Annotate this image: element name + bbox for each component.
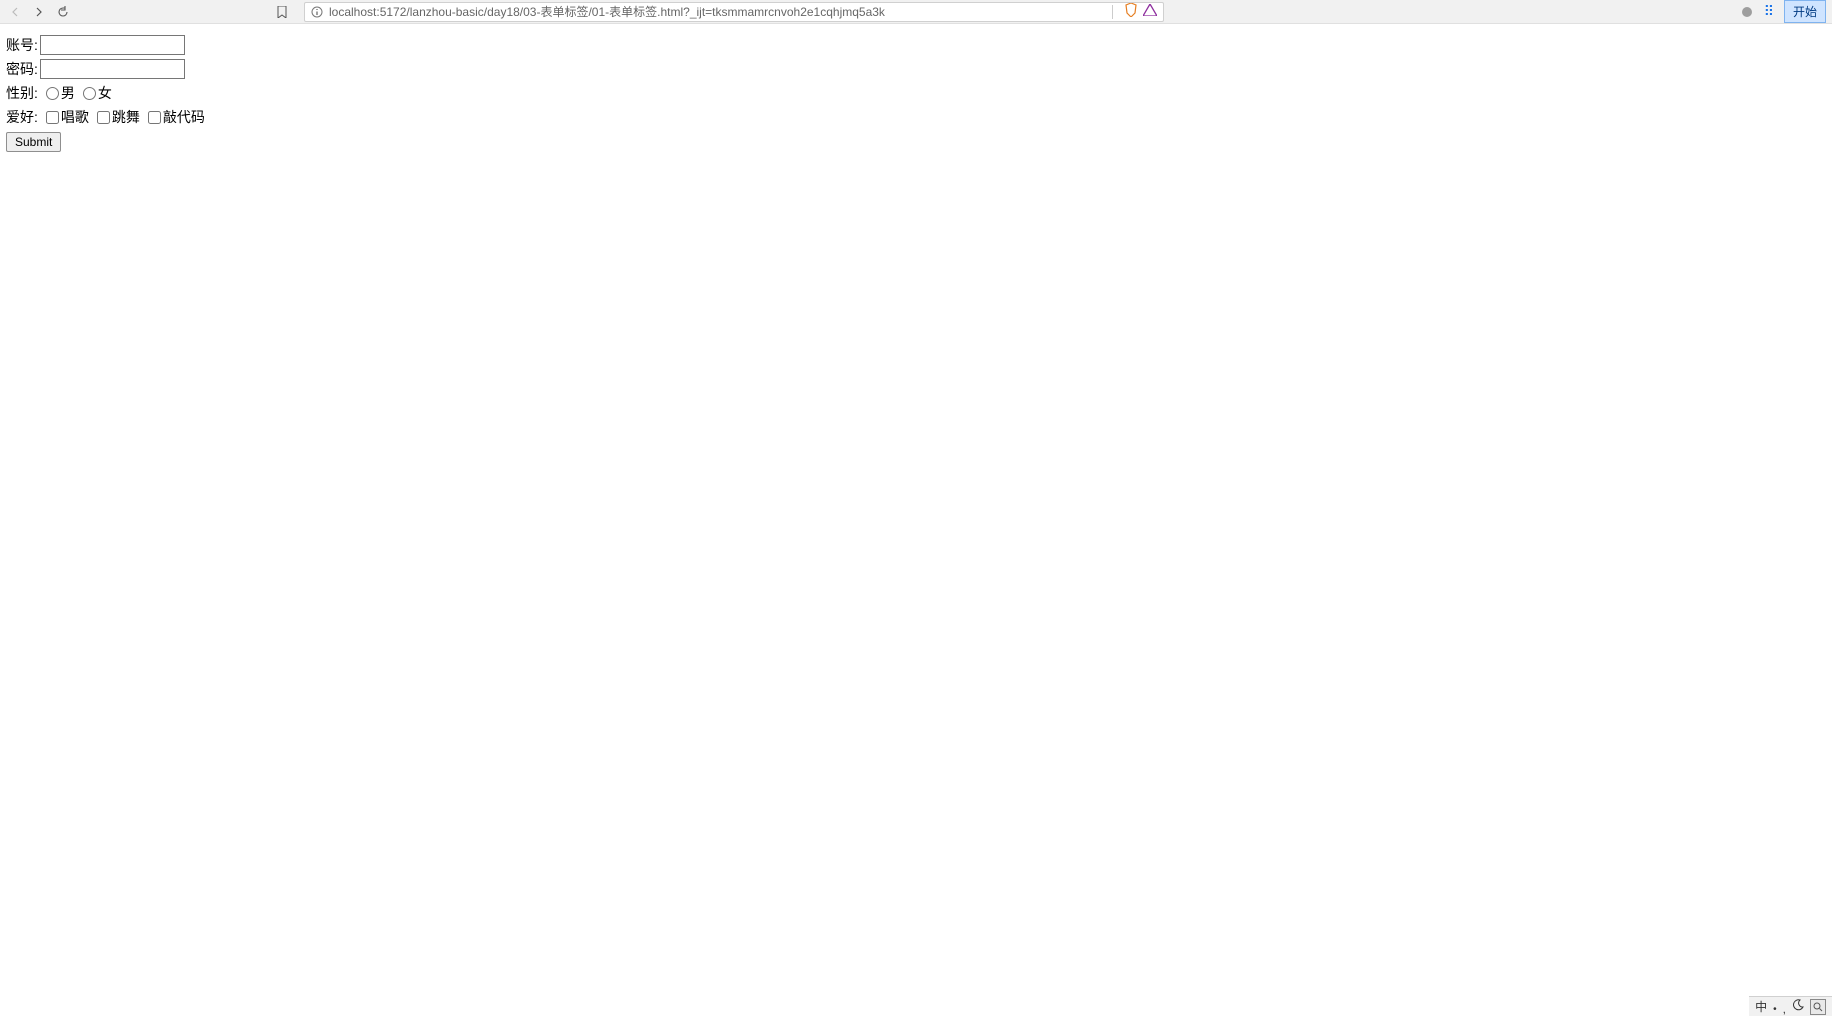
start-button[interactable]: 开始	[1784, 0, 1826, 23]
page-content: 账号: 密码: 性别: 男 女 爱好: 唱歌 跳舞 敲代码 Submit	[0, 24, 1832, 162]
hobby-sing-label: 唱歌	[61, 107, 89, 127]
password-input[interactable]	[40, 59, 185, 79]
account-label: 账号:	[6, 35, 38, 55]
hobby-dance-checkbox[interactable]	[97, 111, 110, 124]
bookmark-icon[interactable]	[274, 4, 290, 20]
magnifier-icon[interactable]	[1810, 999, 1826, 1015]
ime-indicator[interactable]: 中	[1755, 998, 1767, 1015]
gender-male-radio[interactable]	[46, 87, 59, 100]
url-bar[interactable]: localhost:5172/lanzhou-basic/day18/03-表单…	[304, 2, 1164, 22]
hobby-code-label: 敲代码	[163, 107, 205, 127]
hobby-label: 爱好:	[6, 107, 38, 127]
system-tray: 中 • ,	[1749, 996, 1832, 1016]
submit-button[interactable]: Submit	[6, 132, 61, 152]
site-info-icon[interactable]	[311, 6, 323, 18]
account-input[interactable]	[40, 35, 185, 55]
warning-triangle-icon[interactable]	[1143, 4, 1157, 19]
gender-male-label: 男	[61, 83, 75, 103]
forward-button[interactable]	[30, 3, 48, 21]
reload-button[interactable]	[54, 3, 72, 21]
extensions-icon[interactable]: ⠿	[1764, 3, 1774, 20]
brave-shield-icon[interactable]	[1125, 3, 1137, 20]
gender-label: 性别:	[6, 83, 38, 103]
password-row: 密码:	[6, 58, 1826, 80]
password-label: 密码:	[6, 59, 38, 79]
hobby-row: 爱好: 唱歌 跳舞 敲代码	[6, 106, 1826, 128]
tray-comma-icon: ,	[1783, 1002, 1786, 1016]
gender-female-label: 女	[98, 83, 112, 103]
tray-dot-icon: •	[1773, 1004, 1777, 1015]
back-button[interactable]	[6, 3, 24, 21]
hobby-sing-checkbox[interactable]	[46, 111, 59, 124]
url-separator	[1112, 5, 1113, 19]
hobby-dance-label: 跳舞	[112, 107, 140, 127]
moon-icon[interactable]	[1792, 999, 1804, 1014]
browser-toolbar: localhost:5172/lanzhou-basic/day18/03-表单…	[0, 0, 1832, 24]
status-dot-icon	[1742, 7, 1752, 17]
url-text: localhost:5172/lanzhou-basic/day18/03-表单…	[329, 3, 1100, 20]
hobby-code-checkbox[interactable]	[148, 111, 161, 124]
gender-female-radio[interactable]	[83, 87, 96, 100]
gender-row: 性别: 男 女	[6, 82, 1826, 104]
account-row: 账号:	[6, 34, 1826, 56]
